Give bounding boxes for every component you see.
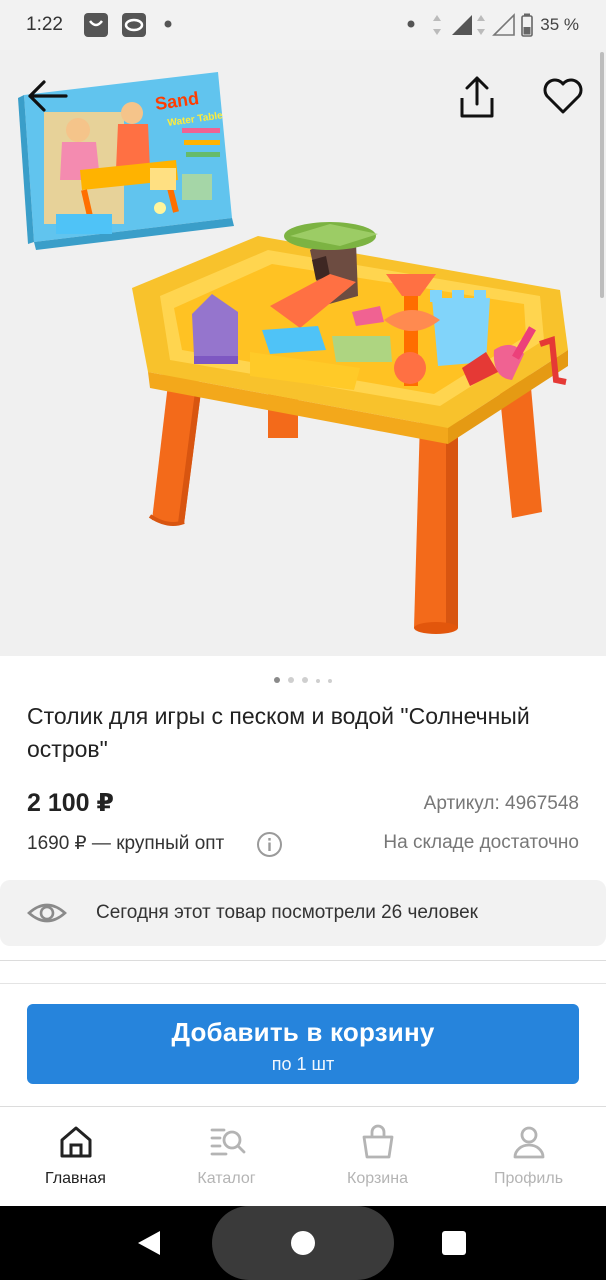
system-recents-icon[interactable] bbox=[442, 1231, 466, 1255]
status-time: 1:22 bbox=[26, 14, 63, 35]
favorite-heart-icon[interactable] bbox=[541, 74, 585, 116]
wholesale-price: 1690 ₽ — крупный опт bbox=[27, 833, 225, 854]
app-notification-icon-2 bbox=[122, 13, 146, 37]
add-to-cart-button[interactable]: Добавить в корзину по 1 шт bbox=[27, 1004, 579, 1084]
back-arrow-icon[interactable] bbox=[24, 76, 70, 116]
nav-label-cart: Корзина bbox=[347, 1170, 408, 1187]
scrollbar-thumb[interactable] bbox=[600, 52, 604, 298]
system-back-icon[interactable] bbox=[134, 1228, 164, 1258]
catalog-search-icon bbox=[210, 1128, 246, 1156]
product-image: Sand Water Table bbox=[0, 50, 606, 656]
pagination-dot[interactable] bbox=[328, 679, 332, 683]
views-counter-banner: Сегодня этот товар посмотрели 26 человек bbox=[0, 880, 606, 946]
data-arrows-icon bbox=[433, 15, 441, 35]
divider bbox=[0, 960, 606, 961]
pagination-dot-active[interactable] bbox=[274, 677, 280, 683]
nav-label-profile: Профиль bbox=[493, 1170, 564, 1187]
castle-toy bbox=[430, 290, 490, 366]
eye-icon bbox=[27, 903, 67, 923]
quantity-label: по 1 шт bbox=[271, 1054, 335, 1074]
nav-label-catalog: Каталог bbox=[197, 1170, 256, 1187]
nav-item-home[interactable]: Главная bbox=[0, 1107, 151, 1206]
system-home-icon bbox=[291, 1231, 315, 1255]
stock-status: На складе достаточно bbox=[383, 832, 579, 853]
share-icon[interactable] bbox=[455, 74, 499, 120]
product-image-gallery[interactable]: Sand Water Table bbox=[0, 50, 606, 656]
nav-label-home: Главная bbox=[45, 1170, 106, 1187]
nav-item-profile[interactable]: Профиль bbox=[453, 1107, 604, 1206]
product-price: 2 100 ₽ bbox=[27, 789, 114, 817]
system-home-button[interactable] bbox=[212, 1206, 394, 1280]
profile-icon bbox=[513, 1126, 545, 1159]
battery-icon bbox=[521, 13, 533, 37]
views-text: Сегодня этот товар посмотрели 26 человек bbox=[96, 902, 478, 923]
nav-item-cart[interactable]: Корзина bbox=[302, 1107, 453, 1206]
basket-icon bbox=[362, 1124, 394, 1159]
image-pagination-dots bbox=[0, 670, 606, 683]
data-arrows-icon-2 bbox=[477, 15, 485, 35]
signal-empty-icon bbox=[492, 13, 515, 36]
product-sku: Артикул: 4967548 bbox=[423, 793, 579, 814]
battery-percent: 35 % bbox=[540, 15, 579, 34]
info-icon[interactable] bbox=[256, 831, 283, 858]
add-to-cart-label: Добавить в корзину bbox=[171, 1017, 435, 1047]
product-title: Столик для игры с песком и водой "Солнеч… bbox=[27, 703, 530, 762]
pagination-dot[interactable] bbox=[288, 677, 294, 683]
system-navigation-bar bbox=[0, 1206, 606, 1280]
bottom-navigation: Главная Каталог Корзина Профиль bbox=[0, 1107, 606, 1206]
status-dot-icon bbox=[407, 20, 415, 28]
home-icon bbox=[60, 1126, 92, 1158]
signal-icon bbox=[452, 15, 472, 35]
pagination-dot[interactable] bbox=[302, 677, 308, 683]
app-notification-icon bbox=[84, 13, 108, 37]
status-bar: 1:22 35 % bbox=[0, 0, 606, 50]
divider bbox=[0, 983, 606, 984]
nav-item-catalog[interactable]: Каталог bbox=[151, 1107, 302, 1206]
notification-dot-icon bbox=[164, 20, 172, 28]
pagination-dot[interactable] bbox=[316, 679, 320, 683]
